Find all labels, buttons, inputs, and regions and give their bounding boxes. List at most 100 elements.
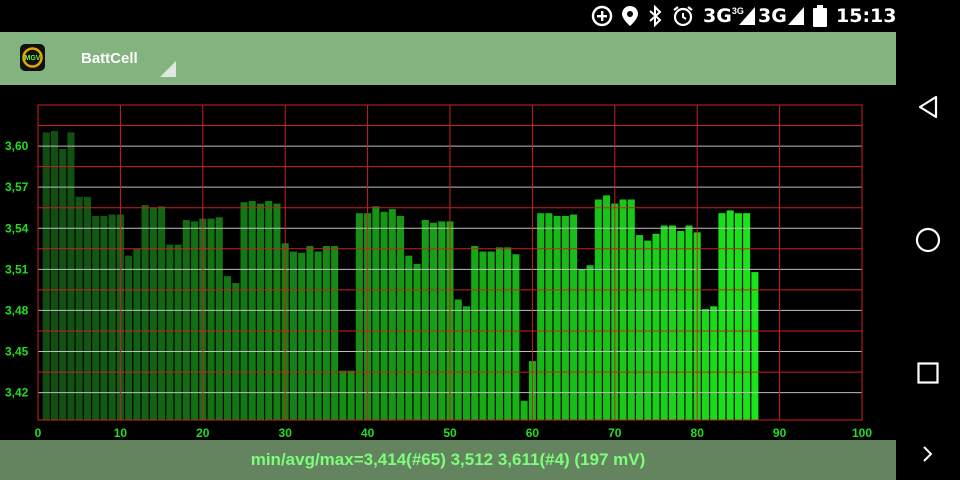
data-bar <box>158 206 166 420</box>
data-bar <box>512 254 520 420</box>
data-bar <box>100 215 108 420</box>
data-bar <box>413 263 421 420</box>
data-bar <box>166 244 174 420</box>
data-bar <box>108 214 116 420</box>
y-tick-label: 3,51 <box>5 262 29 276</box>
cell-voltage-chart: 0 10 20 30 40 50 60 70 80 90 100 3,42 3,45 3,48 3,51 3,… <box>0 85 896 440</box>
data-bar <box>471 246 479 420</box>
spinner-dropdown-icon[interactable] <box>160 61 176 77</box>
network-type-1-label: 3G <box>703 5 732 27</box>
data-bar <box>553 215 561 420</box>
data-bar <box>182 220 190 420</box>
home-icon[interactable] <box>912 224 944 256</box>
data-bar <box>701 309 709 420</box>
status-bar: 3G 3G 3G 15:13 <box>0 0 960 32</box>
x-tick-label: 30 <box>279 426 293 440</box>
data-bar <box>59 148 67 420</box>
data-bar <box>215 217 223 420</box>
bluetooth-icon <box>645 4 665 28</box>
data-bar <box>289 251 297 420</box>
x-tick-label: 100 <box>852 426 872 440</box>
data-bar <box>355 213 363 420</box>
data-bar <box>256 203 264 420</box>
back-icon[interactable] <box>912 91 944 123</box>
data-bar <box>495 247 503 420</box>
data-bar <box>174 244 182 420</box>
data-bar <box>273 203 281 420</box>
x-tick-label: 60 <box>526 426 540 440</box>
data-bar <box>603 195 611 420</box>
chevron-right-icon[interactable] <box>912 438 944 470</box>
data-bar <box>462 306 470 420</box>
data-bar <box>125 255 133 420</box>
data-bar <box>298 252 306 420</box>
data-bar <box>133 248 141 420</box>
data-bar <box>339 370 347 420</box>
data-bar <box>191 221 199 420</box>
data-bar <box>710 306 718 420</box>
data-bar <box>487 251 495 420</box>
data-bar <box>438 221 446 420</box>
data-bar <box>545 213 553 420</box>
app-logo-text: MGV <box>25 55 41 62</box>
network-type-2-label: 3G <box>758 5 787 27</box>
data-bar <box>430 222 438 420</box>
clock-time: 15:13 <box>836 5 897 27</box>
data-bar <box>405 255 413 420</box>
data-bar <box>743 213 751 420</box>
chart-svg: 0 10 20 30 40 50 60 70 80 90 100 3,42 3,45 3,48 3,51 3,… <box>5 104 872 440</box>
data-bar <box>314 251 322 420</box>
summary-text: min/avg/max=3,414(#65) 3,512 3,611(#4) (… <box>250 450 646 469</box>
data-bar <box>652 233 660 420</box>
data-bar <box>561 215 569 420</box>
x-tick-label: 70 <box>608 426 622 440</box>
data-bar <box>331 246 339 420</box>
y-tick-label: 3,42 <box>5 386 29 400</box>
data-bar <box>322 246 330 420</box>
y-tick-label: 3,57 <box>5 180 29 194</box>
data-bar <box>677 231 685 420</box>
data-saver-icon <box>590 4 614 28</box>
data-bar <box>454 299 462 420</box>
x-tick-label: 40 <box>361 426 375 440</box>
network-type-2: 3G <box>758 4 787 28</box>
data-bar <box>586 265 594 420</box>
data-bar <box>619 199 627 420</box>
data-bar <box>380 211 388 420</box>
data-bar <box>141 204 149 420</box>
data-bar <box>67 132 75 420</box>
data-bar <box>504 247 512 420</box>
data-bar <box>660 225 668 420</box>
y-tick-label: 3,60 <box>5 139 29 153</box>
data-bar <box>718 213 726 420</box>
signal-2-icon <box>788 4 804 28</box>
data-bar <box>479 251 487 420</box>
app-title[interactable]: BattCell <box>81 50 138 68</box>
data-bar <box>388 209 396 420</box>
data-bar <box>372 206 380 420</box>
x-tick-label: 50 <box>443 426 457 440</box>
data-bar <box>537 213 545 420</box>
data-bar <box>224 276 232 420</box>
data-bar <box>578 269 586 420</box>
battery-icon <box>813 4 827 28</box>
app-logo-icon[interactable]: MGV <box>20 44 45 71</box>
recents-icon[interactable] <box>912 357 944 389</box>
data-bar <box>75 196 83 420</box>
x-tick-label: 20 <box>196 426 210 440</box>
data-bar <box>734 213 742 420</box>
data-bar <box>50 131 58 420</box>
alarm-icon <box>671 4 695 28</box>
clock: 15:13 <box>836 4 896 28</box>
y-tick-label: 3,54 <box>5 221 29 235</box>
network-type-1: 3G 3G <box>703 4 744 28</box>
data-bar <box>149 207 157 420</box>
data-bar <box>726 210 734 420</box>
data-bar <box>751 272 759 420</box>
y-tick-label: 3,48 <box>5 303 29 317</box>
x-tick-label: 10 <box>114 426 128 440</box>
data-bar <box>240 202 248 420</box>
data-bar <box>520 400 528 420</box>
x-tick-label: 0 <box>35 426 42 440</box>
location-icon <box>619 4 641 28</box>
